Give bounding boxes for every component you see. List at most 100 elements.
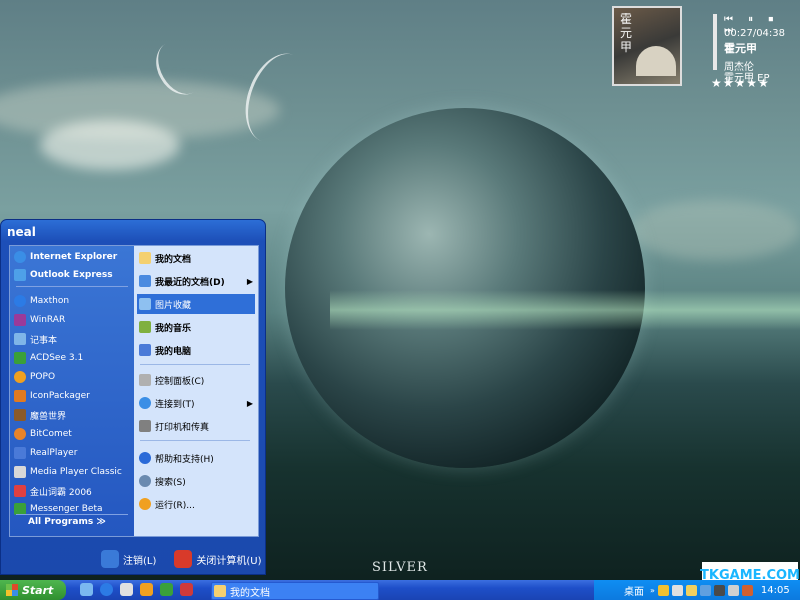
menu-item-internet-explorer[interactable]: Internet Explorer [12,248,117,266]
menu-item-connect-to[interactable]: 连接到(T) ▶ [137,393,255,413]
crescent-moon [234,44,321,152]
task-label: 我的文档 [230,587,270,599]
menu-item-realplayer[interactable]: RealPlayer [12,444,77,462]
rating-stars[interactable]: ★★★★★ [711,76,770,90]
quick-launch-icon[interactable] [180,583,193,596]
shutdown-button[interactable]: 关闭计算机(U) [174,550,262,568]
menu-item-label: 打印机和传真 [155,422,210,433]
menu-item-run[interactable]: 运行(R)... [137,494,255,514]
menu-item-label: 我最近的文档(D) [155,277,225,288]
menu-item-messenger[interactable]: Messenger Beta [12,500,103,518]
clock[interactable]: 14:05 [761,585,790,596]
playback-time: 00:27/04:38 [724,28,786,39]
menu-item-media-player-classic[interactable]: Media Player Classic [12,463,122,481]
menu-item-search[interactable]: 搜索(S) [137,471,255,491]
menu-item-maxthon[interactable]: Maxthon [12,292,69,310]
shutdown-label: 关闭计算机(U) [196,555,262,567]
menu-item-my-pictures[interactable]: 图片收藏 [137,294,255,314]
desktop-toolbar-label[interactable]: 桌面 [624,583,644,598]
menu-item-kingsoft-powerword[interactable]: 金山词霸 2006 [12,482,92,500]
bitcomet-icon [14,428,26,440]
menu-item-help[interactable]: 帮助和支持(H) [137,448,255,468]
menu-item-winrar[interactable]: WinRAR [12,311,65,329]
chevron-right-icon: ▶ [246,398,253,408]
menu-separator [140,440,250,441]
menu-item-label: RealPlayer [30,448,78,458]
tray-icon[interactable] [713,584,725,596]
menu-item-recent-documents[interactable]: 我最近的文档(D) ▶ [137,271,255,291]
menu-item-label: 帮助和支持(H) [155,454,214,465]
menu-item-acdsee[interactable]: ACDSee 3.1 [12,349,83,367]
tray-icon[interactable] [671,584,683,596]
volume-slider[interactable] [713,14,717,70]
menu-item-label: 我的音乐 [155,323,192,334]
world-of-warcraft-icon [14,409,26,421]
notepad-icon [14,333,26,345]
winrar-icon [14,314,26,326]
printers-icon [139,420,151,432]
tray-icon[interactable] [657,584,669,596]
kingsoft-powerword-icon [14,485,26,497]
outlook-express-icon [14,269,26,281]
folder-icon [214,585,226,597]
album-cover[interactable]: 霍元甲 [612,6,682,86]
quick-launch-icon[interactable] [120,583,133,596]
my-music-icon [139,321,151,333]
control-panel-icon [139,374,151,386]
menu-item-popo[interactable]: POPO [12,368,55,386]
volume-icon[interactable] [727,584,739,596]
horizon-glow [330,290,800,330]
menu-separator [16,286,128,287]
acdsee-icon [14,352,26,364]
menu-item-my-music[interactable]: 我的音乐 [137,317,255,337]
menu-item-printers[interactable]: 打印机和传真 [137,416,255,436]
menu-separator [140,364,250,365]
menu-item-world-of-warcraft[interactable]: 魔兽世界 [12,406,66,424]
menu-item-label: Maxthon [30,296,70,306]
chevron-right-icon[interactable]: » [650,586,655,595]
menu-separator [16,514,128,515]
menu-item-label: 记事本 [30,335,58,346]
menu-item-my-documents[interactable]: 我的文档 [137,248,255,268]
menu-item-outlook-express[interactable]: Outlook Express [12,266,113,284]
cloud-decoration [630,200,800,260]
menu-item-label: 金山词霸 2006 [30,487,92,498]
key-icon [101,550,119,568]
quick-launch-icon[interactable] [140,583,153,596]
all-programs-button[interactable]: All Programs ≫ [28,517,106,527]
menu-item-bitcomet[interactable]: BitComet [12,425,72,443]
my-documents-icon [139,252,151,264]
start-menu-panel: Internet Explorer Outlook Express Maxtho… [9,245,259,537]
menu-item-label: BitComet [30,429,72,439]
windows-logo-icon [6,584,18,596]
realplayer-icon [14,447,26,459]
tray-icon[interactable] [741,584,753,596]
show-desktop-icon[interactable] [80,583,93,596]
menu-item-iconpackager[interactable]: IconPackager [12,387,90,405]
taskbar-window-my-documents[interactable]: 我的文档 [211,582,379,600]
iconpackager-icon [14,390,26,402]
messenger-icon[interactable] [160,583,173,596]
tray-icon[interactable] [685,584,697,596]
planet-image [285,108,645,468]
fan-icon [636,46,676,76]
menu-item-control-panel[interactable]: 控制面板(C) [137,370,255,390]
popo-icon [14,371,26,383]
run-icon [139,498,151,510]
song-title: 霍元甲 [724,42,757,55]
media-player-classic-icon [14,466,26,478]
menu-item-label: 我的文档 [155,254,192,265]
recent-documents-icon [139,275,151,287]
logoff-button[interactable]: 注销(L) [101,550,156,568]
start-menu: neal Internet Explorer Outlook Express M… [0,219,266,575]
menu-item-notepad[interactable]: 记事本 [12,330,57,348]
start-button[interactable]: Start [0,580,66,600]
menu-item-label: Messenger Beta [30,504,103,514]
menu-item-my-computer[interactable]: 我的电脑 [137,340,255,360]
internet-explorer-icon[interactable] [100,583,113,596]
start-label: Start [22,583,54,597]
all-programs-label: All Programs [28,517,94,527]
chevron-right-icon: ≫ [96,517,106,527]
menu-item-label: 魔兽世界 [30,411,67,422]
tray-icon[interactable] [699,584,711,596]
